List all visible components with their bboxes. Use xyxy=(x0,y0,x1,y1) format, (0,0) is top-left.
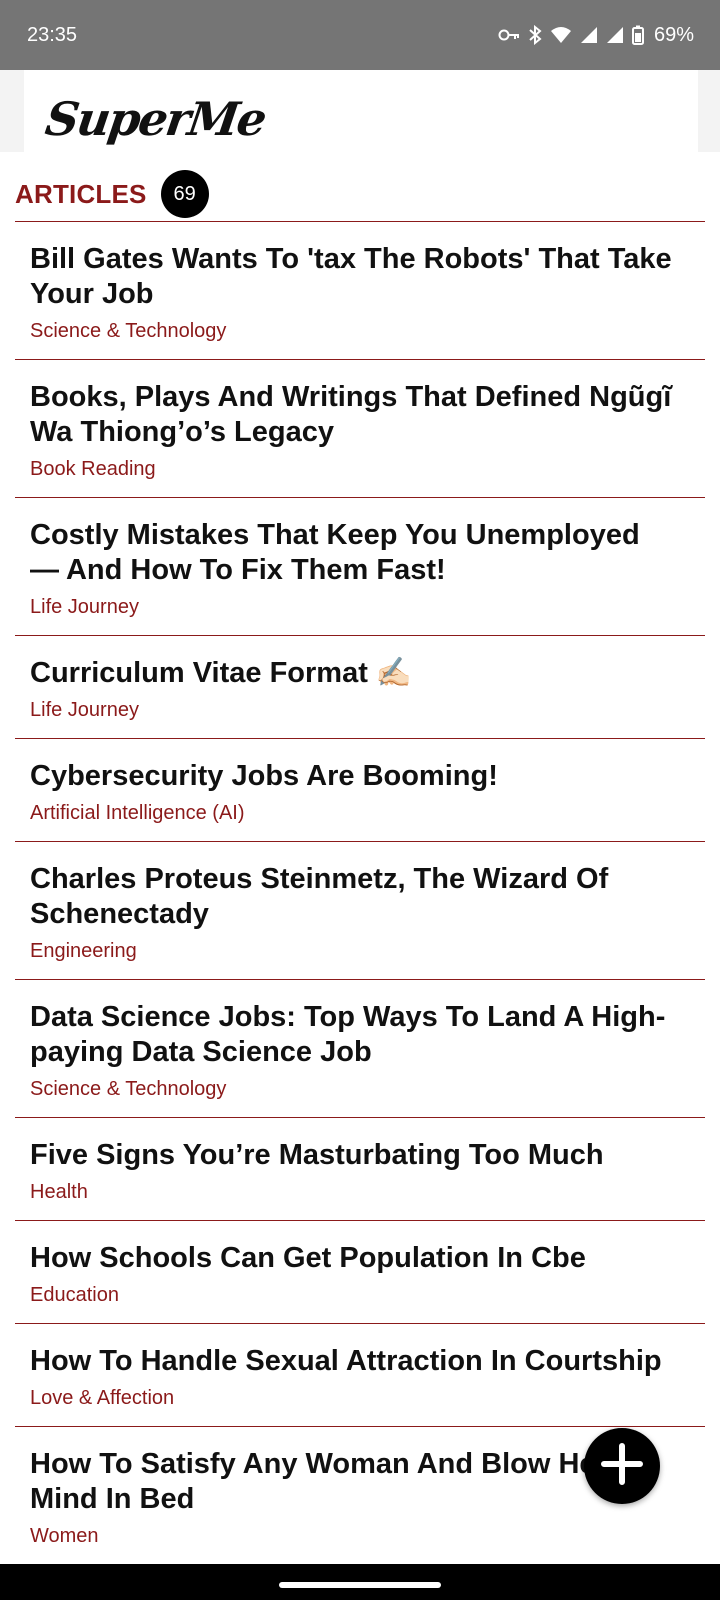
article-category: Artificial Intelligence (AI) xyxy=(30,802,245,824)
list-item[interactable]: Books, Plays And Writings That Defined N… xyxy=(15,360,705,498)
article-category: Science & Technology xyxy=(30,320,227,342)
bluetooth-icon xyxy=(528,25,542,45)
article-title: Five Signs You’re Masturbating Too Much xyxy=(30,1139,604,1171)
signal-icon xyxy=(580,26,598,44)
articles-header: ARTICLES 69 xyxy=(15,168,705,220)
list-item[interactable]: Curriculum Vitae Format ✍🏻 Life Journey xyxy=(15,636,705,739)
plus-icon xyxy=(600,1442,644,1491)
article-category: Engineering xyxy=(30,940,137,962)
article-category: Book Reading xyxy=(30,458,156,480)
home-indicator[interactable] xyxy=(279,1582,441,1588)
status-time: 23:35 xyxy=(27,23,78,46)
section-title: ARTICLES xyxy=(15,178,147,209)
article-title: Cybersecurity Jobs Are Booming! xyxy=(30,760,498,792)
article-category: Women xyxy=(30,1525,99,1547)
app-header: SuperMe xyxy=(0,70,720,152)
article-title: How Schools Can Get Population In Cbe xyxy=(30,1242,586,1274)
list-item[interactable]: How To Handle Sexual Attraction In Court… xyxy=(15,1324,705,1427)
status-bar: 23:35 69% xyxy=(0,0,720,70)
article-list: Bill Gates Wants To 'tax The Robots' Tha… xyxy=(15,222,705,1565)
signal-icon xyxy=(606,26,624,44)
article-category: Health xyxy=(30,1181,88,1203)
list-item[interactable]: Data Science Jobs: Top Ways To Land A Hi… xyxy=(15,980,705,1118)
article-category: Life Journey xyxy=(30,596,139,618)
article-category: Life Journey xyxy=(30,699,139,721)
list-item[interactable]: Five Signs You’re Masturbating Too Much … xyxy=(15,1118,705,1221)
article-title: How To Handle Sexual Attraction In Court… xyxy=(30,1345,662,1377)
app-logo[interactable]: SuperMe xyxy=(42,92,268,146)
article-category: Love & Affection xyxy=(30,1387,175,1409)
vpn-key-icon xyxy=(498,28,520,42)
article-title: Curriculum Vitae Format ✍🏻 xyxy=(30,657,413,689)
status-icons: 69% xyxy=(498,24,694,47)
article-title: Books, Plays And Writings That Defined N… xyxy=(30,381,672,448)
article-title: Charles Proteus Steinmetz, The Wizard Of… xyxy=(30,863,609,930)
wifi-icon xyxy=(550,26,572,44)
list-item[interactable]: Charles Proteus Steinmetz, The Wizard Of… xyxy=(15,842,705,980)
article-category: Education xyxy=(30,1284,119,1306)
list-item[interactable]: How Schools Can Get Population In Cbe Ed… xyxy=(15,1221,705,1324)
battery-icon xyxy=(631,25,644,45)
list-item[interactable]: Costly Mistakes That Keep You Unemployed… xyxy=(15,498,705,636)
list-item[interactable]: Bill Gates Wants To 'tax The Robots' Tha… xyxy=(15,222,705,360)
article-title: Costly Mistakes That Keep You Unemployed… xyxy=(30,519,640,586)
article-category: Science & Technology xyxy=(30,1078,227,1100)
article-title: Bill Gates Wants To 'tax The Robots' Tha… xyxy=(30,243,672,310)
battery-percentage: 69% xyxy=(653,23,694,46)
header-card: SuperMe xyxy=(24,70,698,152)
list-item[interactable]: Cybersecurity Jobs Are Booming! Artifici… xyxy=(15,739,705,842)
article-title: Data Science Jobs: Top Ways To Land A Hi… xyxy=(30,1001,666,1068)
article-title: How To Satisfy Any Woman And Blow Her Mi… xyxy=(30,1448,607,1515)
article-count-badge: 69 xyxy=(160,170,209,218)
add-article-button[interactable] xyxy=(584,1428,660,1504)
